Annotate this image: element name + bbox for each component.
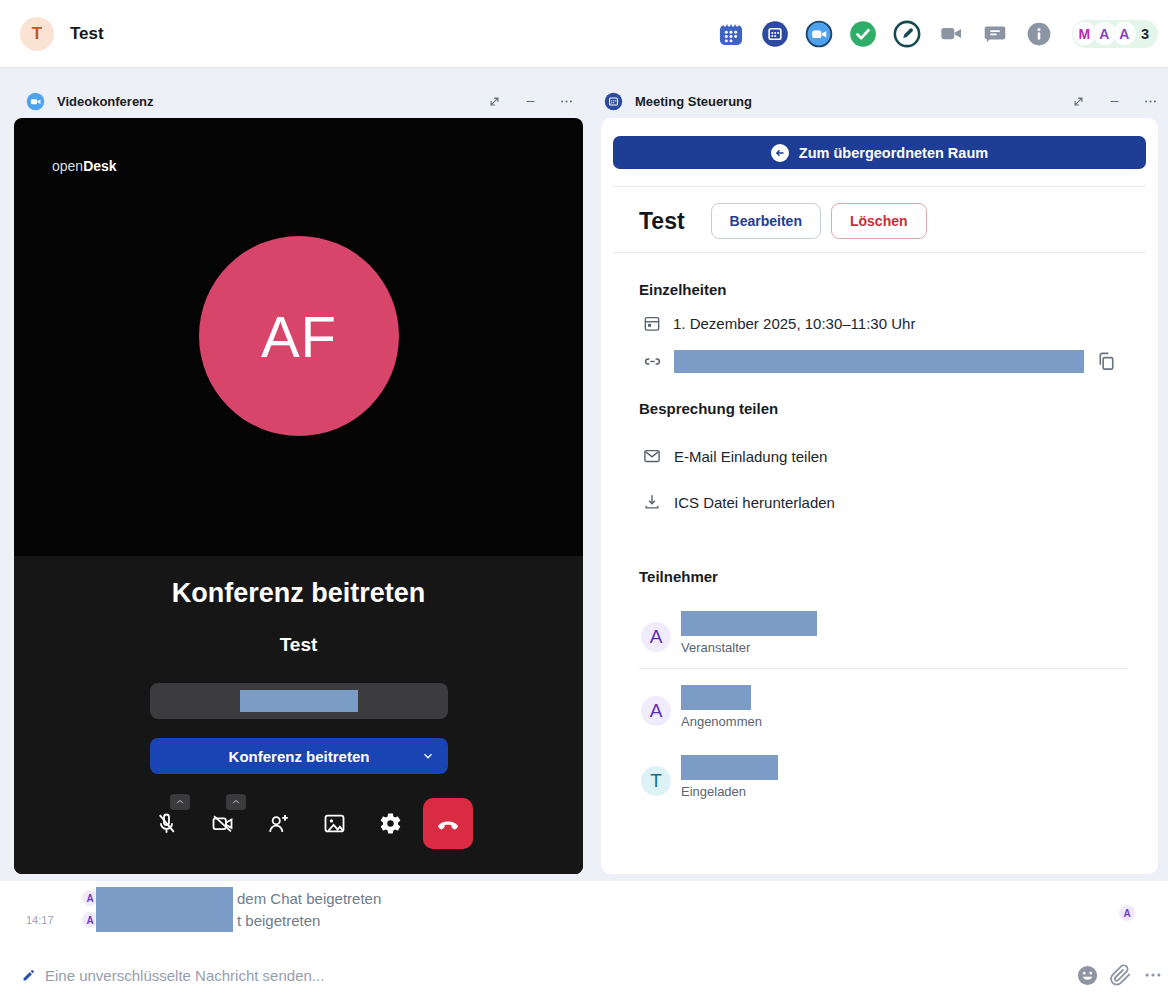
camera-off-button[interactable] xyxy=(208,809,236,837)
meetings-widget-icon[interactable] xyxy=(761,19,790,48)
user-avatar-large: AF xyxy=(199,236,399,436)
participant-status: Veranstalter xyxy=(681,640,817,655)
hangup-button[interactable] xyxy=(423,798,473,849)
videoconference-app-icon[interactable] xyxy=(805,19,834,48)
read-receipt-avatar: A xyxy=(1119,905,1135,921)
share-heading: Besprechung teilen xyxy=(639,400,1158,417)
expand-widget-icon[interactable] xyxy=(1071,94,1086,109)
redacted-participant-name xyxy=(681,685,751,710)
join-options-chevron-icon[interactable] xyxy=(421,749,435,763)
parent-room-button[interactable]: Zum übergeordneten Raum xyxy=(613,136,1146,169)
room-title: Test xyxy=(70,24,104,44)
minimize-widget-icon[interactable] xyxy=(524,95,537,108)
redacted-participant-name xyxy=(681,611,817,636)
redacted-participant-name xyxy=(681,755,778,780)
notes-app-icon[interactable] xyxy=(893,19,922,48)
minimize-widget-icon[interactable] xyxy=(1108,95,1121,108)
delete-meeting-button[interactable]: Löschen xyxy=(831,203,927,239)
participant-status: Angenommen xyxy=(681,714,762,729)
video-conference-frame: openDesk AF Konferenz beitreten Test Kon… xyxy=(14,118,583,874)
meeting-control-panel: Zum übergeordneten Raum Test Bearbeiten … xyxy=(601,118,1158,874)
member-count: 3 xyxy=(1141,26,1149,42)
event-text: t beigetreten xyxy=(237,912,320,929)
join-panel: Konferenz beitreten Test Konferenz beitr… xyxy=(14,556,583,874)
join-conference-button[interactable]: Konferenz beitreten xyxy=(150,738,448,774)
attachment-icon[interactable] xyxy=(1108,963,1132,987)
download-ics-link[interactable]: ICS Datei herunterladen xyxy=(674,494,835,511)
participant-row: A Angenommen xyxy=(641,685,1128,729)
opendesk-logo: openDesk xyxy=(52,158,117,174)
header-icons: M A A 3 xyxy=(717,19,1158,48)
room-avatar[interactable]: T xyxy=(20,17,54,51)
divider xyxy=(613,186,1146,187)
participant-row: T Eingeladen xyxy=(641,755,1128,799)
meeting-title: Test xyxy=(639,208,685,235)
widget-menu-icon[interactable] xyxy=(559,94,574,109)
link-icon xyxy=(642,351,663,372)
member-avatar: A xyxy=(1113,22,1136,45)
back-arrow-icon xyxy=(771,144,789,162)
composer-placeholder[interactable]: Eine unverschlüsselte Nachricht senden..… xyxy=(45,967,324,984)
calendar-icon xyxy=(642,313,662,333)
invite-people-button[interactable] xyxy=(264,809,292,837)
edit-meeting-button[interactable]: Bearbeiten xyxy=(711,203,821,239)
videoconference-widget-icon xyxy=(26,92,45,111)
message-composer[interactable]: Eine unverschlüsselte Nachricht senden..… xyxy=(0,955,1168,995)
call-controls xyxy=(42,797,583,849)
event-timestamp: 14:17 xyxy=(26,914,66,926)
member-facepile[interactable]: M A A 3 xyxy=(1072,20,1158,48)
redacted-display-name xyxy=(240,690,358,712)
tasks-app-icon[interactable] xyxy=(849,19,878,48)
chat-icon[interactable] xyxy=(981,19,1010,48)
meeting-datetime: 1. Dezember 2025, 10:30–11:30 Uhr xyxy=(673,315,915,332)
camera-device-chevron[interactable] xyxy=(226,794,246,810)
settings-button[interactable] xyxy=(376,809,404,837)
microphone-device-chevron[interactable] xyxy=(170,794,190,810)
participant-avatar: A xyxy=(641,696,671,726)
video-widget-header: Videokonferenz xyxy=(26,85,574,117)
chat-timeline: A dem Chat beigetreten 14:17 A t beigetr… xyxy=(0,881,1168,955)
unencrypted-pencil-icon xyxy=(22,969,35,982)
event-text: dem Chat beigetreten xyxy=(237,890,381,907)
more-options-icon[interactable] xyxy=(1141,963,1165,987)
divider xyxy=(639,668,1128,669)
join-heading: Konferenz beitreten xyxy=(14,578,583,609)
redacted-meeting-link[interactable] xyxy=(674,350,1084,373)
display-name-input[interactable] xyxy=(150,683,448,719)
emoji-icon[interactable] xyxy=(1075,963,1099,987)
widget-menu-icon[interactable] xyxy=(1143,94,1158,109)
meeting-widget-header: Meeting Steuerung xyxy=(604,85,1158,117)
microphone-muted-button[interactable] xyxy=(152,809,180,837)
video-call-icon[interactable] xyxy=(937,19,966,48)
calendar-app-icon[interactable] xyxy=(717,19,746,48)
participant-avatar: T xyxy=(641,766,671,796)
room-header: T Test M A A 3 xyxy=(0,0,1168,68)
details-heading: Einzelheiten xyxy=(639,281,1158,298)
participant-avatar: A xyxy=(641,622,671,652)
download-icon xyxy=(642,492,662,512)
room-info-icon[interactable] xyxy=(1025,19,1054,48)
widgets-area: Videokonferenz openDesk AF Konferenz bei… xyxy=(0,68,1168,881)
meeting-widget-icon xyxy=(604,92,623,111)
divider xyxy=(613,252,1146,253)
participant-row: A Veranstalter xyxy=(641,611,1128,655)
copy-link-icon[interactable] xyxy=(1095,350,1118,373)
share-email-link[interactable]: E-Mail Einladung teilen xyxy=(674,448,827,465)
redaction-overlay xyxy=(96,887,233,932)
join-room-name: Test xyxy=(14,634,583,656)
email-icon xyxy=(642,446,662,466)
expand-widget-icon[interactable] xyxy=(487,94,502,109)
video-widget-title: Videokonferenz xyxy=(57,94,154,109)
participant-status: Eingeladen xyxy=(681,784,778,799)
meeting-widget-title: Meeting Steuerung xyxy=(635,94,752,109)
participants-heading: Teilnehmer xyxy=(639,568,1158,585)
background-image-button[interactable] xyxy=(320,809,348,837)
